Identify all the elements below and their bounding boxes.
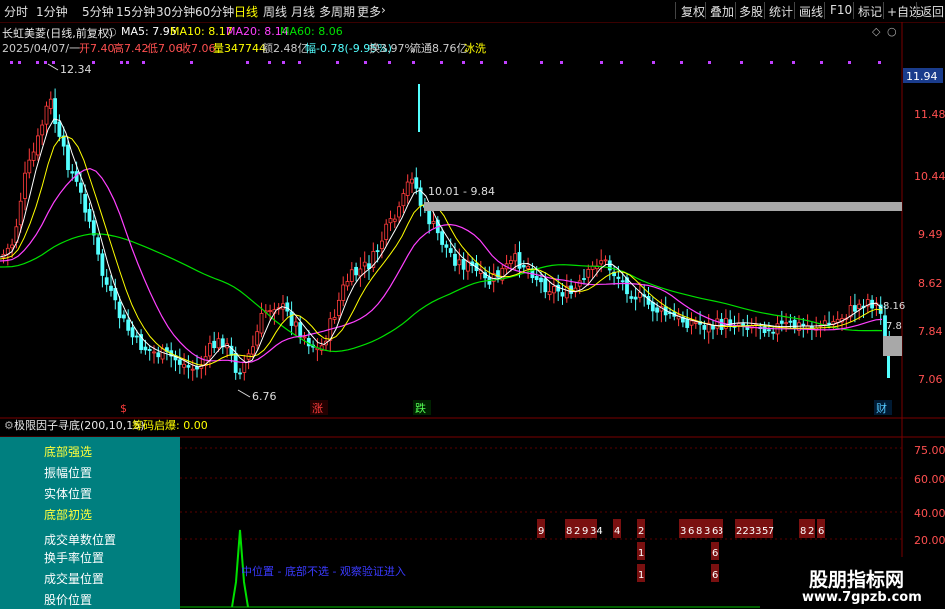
count-cell-label-4: 34 — [590, 526, 603, 537]
tab-daily[interactable]: 日线 — [234, 3, 258, 20]
price-tick-3: 8.62 — [918, 277, 943, 290]
site-watermark: 股朋指标网 www.7gpzb.com — [767, 557, 945, 609]
count-cell-label-15: 2 — [808, 526, 814, 537]
period-toolbar: 分时 1分钟 5分钟 15分钟 30分钟 60分钟 日线 周线 月线 多周期 更… — [0, 0, 945, 23]
tab-5min[interactable]: 5分钟 — [82, 3, 114, 20]
event-fall: 跌 — [415, 401, 426, 415]
count-cell-label-11: 6 — [712, 526, 718, 537]
panel-item-body: 实体位置 — [44, 487, 93, 501]
mark-button[interactable]: 标记 — [858, 3, 882, 20]
more-arrow-icon[interactable]: › — [381, 3, 386, 17]
count-cell-label-14: 8 — [800, 526, 806, 537]
tab-60min[interactable]: 60分钟 — [195, 3, 234, 20]
overlay-button[interactable]: 叠加 — [710, 3, 734, 20]
signal-side-panel: 底部强选 振幅位置 实体位置 底部初选 成交单数位置 换手率位置 成交量位置 股… — [0, 437, 180, 609]
marker-high-label: 8.16 — [883, 301, 905, 312]
high-annotation: 12.34 — [60, 63, 92, 76]
watermark-url: www.7gpzb.com — [802, 590, 922, 605]
current-price: 11.94 — [906, 70, 938, 83]
signal-dot-row — [10, 61, 881, 64]
ind-tick-2: 40.00 — [914, 507, 945, 520]
range-band — [424, 202, 902, 211]
indicator-hint: 中位置 - 底部不选 - 观察验证进入 — [241, 564, 406, 578]
panel-item-price: 股价位置 — [44, 593, 93, 607]
candlestick-series — [1, 84, 892, 381]
low-annotation: 6.76 — [252, 390, 277, 403]
multi-stock-button[interactable]: 多股 — [739, 3, 763, 20]
ind-tick-1: 60.00 — [914, 473, 945, 486]
tab-weekly[interactable]: 周线 — [263, 3, 287, 20]
event-finance: 财 — [876, 401, 887, 415]
tab-monthly[interactable]: 月线 — [291, 3, 315, 20]
tab-30min[interactable]: 30分钟 — [156, 3, 195, 20]
count-cell-r3-label-0: 1 — [638, 570, 644, 581]
indicator-settings-icon: ⚙ — [4, 419, 14, 432]
tab-1min[interactable]: 1分钟 — [36, 3, 68, 20]
price-tick-0: 11.48 — [914, 108, 945, 121]
indicator-value: 筹码启爆: 0.00 — [132, 418, 208, 432]
count-cell-label-8: 6 — [688, 526, 694, 537]
price-marker-box — [883, 336, 902, 356]
back-button[interactable]: 返回 — [920, 3, 944, 20]
panel-item-turnover: 换手率位置 — [44, 551, 105, 565]
draw-line-button[interactable]: 画线 — [799, 3, 823, 20]
event-dividend: $ — [120, 402, 127, 415]
panel-item-trade-count: 成交单数位置 — [44, 533, 117, 547]
count-cell-label-16: 6 — [818, 526, 824, 537]
tab-15min[interactable]: 15分钟 — [116, 3, 155, 20]
count-cell-label-6: 2 — [638, 526, 644, 537]
count-cell-r3-label-1: 6 — [712, 570, 718, 581]
price-tick-2: 9.49 — [918, 228, 943, 241]
tab-more[interactable]: 更多 — [357, 3, 381, 20]
count-cell-label-9: 8 — [696, 526, 702, 537]
price-tick-5: 7.06 — [918, 373, 943, 386]
count-cell-label-2: 2 — [574, 526, 580, 537]
ind-tick-0: 75.00 — [914, 444, 945, 457]
panel-item-bottom-initial: 底部初选 — [44, 508, 93, 522]
count-cell-r2-label-0: 1 — [638, 548, 644, 559]
tab-intraday[interactable]: 分时 — [4, 3, 28, 20]
f10-button[interactable]: F10 — [830, 3, 852, 17]
marker-low-label: 7.8 — [886, 321, 902, 332]
price-tick-1: 10.44 — [914, 170, 945, 183]
count-cell-label-5: 4 — [614, 526, 620, 537]
count-cell-label-7: 3 — [680, 526, 686, 537]
count-cell-label-13: 5 — [762, 526, 768, 537]
count-cell-r2-label-1: 6 — [712, 548, 718, 559]
panel-item-amplitude: 振幅位置 — [44, 466, 93, 480]
count-cell-label-3: 9 — [582, 526, 588, 537]
tab-multi-period[interactable]: 多周期 — [319, 3, 355, 20]
watermark-title: 股朋指标网 — [809, 569, 905, 591]
statistics-button[interactable]: 统计 — [769, 3, 793, 20]
indicator-title: 极限因子寻底(200,10,15) — [14, 418, 145, 432]
adjust-button[interactable]: 复权 — [681, 3, 705, 20]
count-cell-label-0: 9 — [538, 526, 544, 537]
price-tick-4: 7.84 — [918, 325, 943, 338]
ind-tick-3: 20.00 — [914, 534, 945, 547]
event-rise: 涨 — [312, 402, 323, 415]
panel-item-volume: 成交量位置 — [44, 572, 105, 586]
range-annotation: 10.01 - 9.84 — [428, 185, 495, 198]
panel-item-bottom-strong: 底部强选 — [44, 445, 93, 459]
